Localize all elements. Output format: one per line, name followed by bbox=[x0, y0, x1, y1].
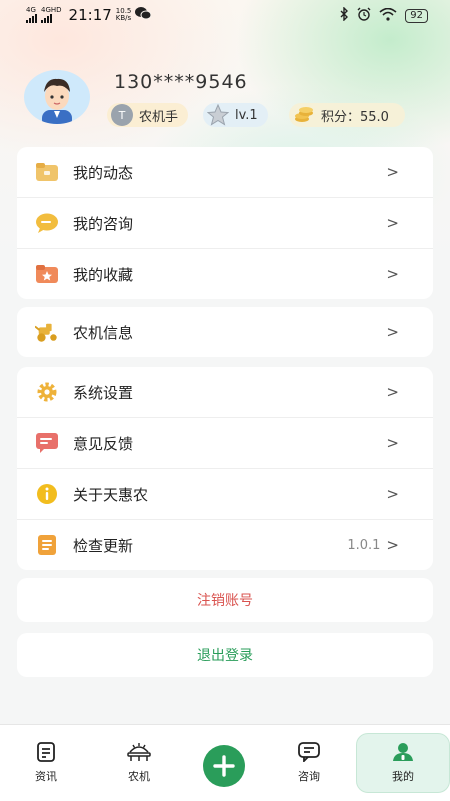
plus-icon bbox=[213, 755, 235, 777]
menu-item-settings[interactable]: 系统设置 > bbox=[17, 367, 433, 418]
logout-button[interactable]: 退出登录 bbox=[17, 633, 433, 677]
star-icon bbox=[207, 104, 229, 126]
role-medal-icon: T bbox=[111, 104, 133, 126]
feedback-icon bbox=[35, 431, 59, 455]
chevron-right-icon: > bbox=[386, 383, 399, 401]
chat-bubble-icon bbox=[35, 211, 59, 235]
wechat-icon bbox=[135, 6, 152, 24]
tab-label: 资讯 bbox=[35, 770, 57, 783]
points-badge-label: 积分：55.0 bbox=[321, 109, 389, 125]
app-version: 1.0.1 bbox=[347, 537, 381, 553]
bluetooth-icon bbox=[339, 6, 349, 25]
menu-item-my-favorites[interactable]: 我的收藏 > bbox=[17, 249, 433, 299]
update-icon bbox=[35, 533, 59, 557]
alarm-icon bbox=[357, 7, 371, 25]
chevron-right-icon: > bbox=[386, 214, 399, 232]
level-badge: lv.1 bbox=[203, 103, 268, 127]
chevron-right-icon: > bbox=[386, 323, 399, 341]
tab-news[interactable]: 资讯 bbox=[11, 725, 81, 801]
menu-card-system: 系统设置 > 意见反馈 > 关于天惠农 > 检查更新 1.0.1 > bbox=[17, 367, 433, 570]
profile-icon bbox=[393, 743, 413, 761]
chevron-right-icon: > bbox=[386, 434, 399, 452]
tractor-icon bbox=[35, 320, 59, 344]
news-icon bbox=[37, 742, 55, 762]
menu-item-check-update[interactable]: 检查更新 1.0.1 > bbox=[17, 520, 433, 570]
menu-card-personal: 我的动态 > 我的咨询 > 我的收藏 > bbox=[17, 147, 433, 299]
chevron-right-icon: > bbox=[386, 536, 399, 554]
menu-item-feedback[interactable]: 意见反馈 > bbox=[17, 418, 433, 469]
coins-icon bbox=[293, 104, 315, 126]
info-icon bbox=[35, 482, 59, 506]
tab-label: 我的 bbox=[392, 770, 414, 783]
menu-card-machinery: 农机信息 > bbox=[17, 307, 433, 357]
gear-icon bbox=[35, 380, 59, 404]
menu-item-label: 系统设置 bbox=[73, 383, 134, 402]
menu-item-machinery-info[interactable]: 农机信息 > bbox=[17, 307, 433, 357]
points-badge: 积分：55.0 bbox=[289, 103, 405, 127]
menu-item-label: 我的咨询 bbox=[73, 214, 134, 233]
menu-item-label: 关于天惠农 bbox=[73, 485, 149, 504]
phone-number: 130****9546 bbox=[114, 71, 248, 93]
consult-icon bbox=[298, 742, 320, 762]
menu-item-about[interactable]: 关于天惠农 > bbox=[17, 469, 433, 520]
signal-indicator-2: 4GHD bbox=[41, 7, 62, 23]
menu-item-label: 农机信息 bbox=[73, 323, 134, 342]
chevron-right-icon: > bbox=[386, 265, 399, 283]
status-bar: 4G 4GHD 21:17 10.5 KB/s 92 bbox=[0, 0, 450, 30]
bottom-tab-bar: 资讯 农机 咨询 我的 bbox=[0, 724, 450, 801]
tab-consult[interactable]: 咨询 bbox=[274, 725, 344, 801]
network-speed: 10.5 KB/s bbox=[116, 8, 132, 22]
chevron-right-icon: > bbox=[386, 485, 399, 503]
battery-indicator: 92 bbox=[405, 9, 428, 23]
tab-label: 农机 bbox=[128, 770, 150, 783]
role-badge: T 农机手 bbox=[107, 103, 189, 127]
status-time: 21:17 bbox=[68, 6, 112, 24]
avatar[interactable] bbox=[24, 70, 90, 124]
chevron-right-icon: > bbox=[386, 163, 399, 181]
menu-item-my-consultations[interactable]: 我的咨询 > bbox=[17, 198, 433, 249]
menu-item-my-posts[interactable]: 我的动态 > bbox=[17, 147, 433, 198]
signal-label-2: 4GHD bbox=[41, 6, 62, 14]
tab-mine[interactable]: 我的 bbox=[356, 733, 450, 793]
star-folder-icon bbox=[35, 262, 59, 286]
folder-icon bbox=[35, 160, 59, 184]
tab-label: 咨询 bbox=[298, 770, 320, 783]
add-button[interactable] bbox=[203, 745, 245, 787]
role-badge-label: 农机手 bbox=[139, 109, 179, 125]
menu-item-label: 意见反馈 bbox=[73, 434, 134, 453]
tab-machinery[interactable]: 农机 bbox=[104, 725, 174, 801]
network-speed-unit: KB/s bbox=[115, 14, 132, 22]
menu-item-label: 检查更新 bbox=[73, 536, 134, 555]
signal-label-1: 4G bbox=[26, 6, 36, 14]
deactivate-account-button[interactable]: 注销账号 bbox=[17, 578, 433, 622]
level-badge-label: lv.1 bbox=[235, 107, 258, 123]
machine-icon bbox=[127, 743, 151, 761]
wifi-icon bbox=[379, 7, 397, 25]
signal-indicator-1: 4G bbox=[26, 7, 37, 23]
menu-item-label: 我的收藏 bbox=[73, 265, 134, 284]
menu-item-label: 我的动态 bbox=[73, 163, 134, 182]
